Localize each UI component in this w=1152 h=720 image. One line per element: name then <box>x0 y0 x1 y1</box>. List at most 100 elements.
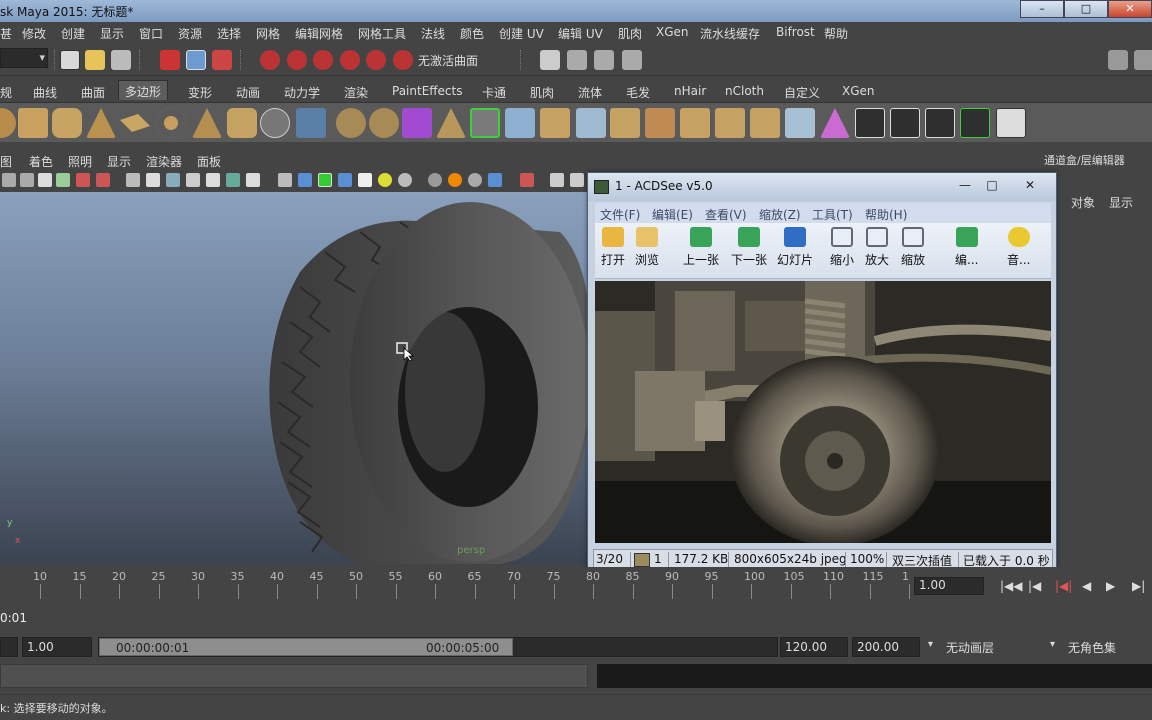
start-time-field[interactable]: 1.00 <box>22 637 92 657</box>
zoom-in-button[interactable]: 放大 <box>865 227 889 268</box>
combine-icon[interactable] <box>296 108 326 138</box>
uv-planar-icon[interactable] <box>855 108 885 138</box>
split-polygon-icon[interactable] <box>610 108 640 138</box>
poly-torus-icon[interactable] <box>156 108 186 138</box>
menu-modify[interactable]: 修改 <box>22 25 46 42</box>
previous-button[interactable]: 上一张 <box>683 227 719 268</box>
range-start-field-left[interactable] <box>0 637 18 657</box>
poly-cone-icon[interactable] <box>86 108 116 138</box>
menu-edit-uv[interactable]: 编辑 UV <box>558 25 603 42</box>
tab-fur[interactable]: 毛发 <box>620 82 656 102</box>
panel-menu-show[interactable]: 显示 <box>107 153 131 170</box>
render-view-icon[interactable] <box>540 50 560 70</box>
anim-end-field[interactable]: 120.00 <box>780 637 848 657</box>
shadows-icon[interactable] <box>398 173 412 187</box>
tab-fluids[interactable]: 流体 <box>572 82 608 102</box>
safe-title-icon[interactable] <box>246 173 260 187</box>
acdsee-close-button[interactable]: ✕ <box>1018 177 1042 193</box>
field-chart-icon[interactable] <box>206 173 220 187</box>
boolean-icon[interactable] <box>369 108 399 138</box>
poly-cube-icon[interactable] <box>18 108 48 138</box>
poly-soccer-ball-icon[interactable] <box>260 108 290 138</box>
uv-editor-icon[interactable] <box>996 108 1026 138</box>
poly-pipe-icon[interactable] <box>227 108 257 138</box>
grid-icon[interactable] <box>126 173 140 187</box>
menu-partial[interactable]: 甚 <box>0 25 12 42</box>
acdsee-menu-tools[interactable]: 工具(T) <box>812 206 853 223</box>
menu-create[interactable]: 创建 <box>61 25 85 42</box>
menu-help[interactable]: 帮助 <box>824 25 848 42</box>
extract-icon[interactable] <box>436 108 466 138</box>
film-gate-icon[interactable] <box>146 173 160 187</box>
bridge-icon[interactable] <box>505 108 535 138</box>
sculpt-icon[interactable] <box>820 108 850 138</box>
go-to-start-button[interactable]: |◀◀ <box>1000 579 1023 593</box>
resolution-gate-icon[interactable] <box>166 173 180 187</box>
close-button[interactable]: ✕ <box>1108 0 1152 18</box>
acdsee-menu-help[interactable]: 帮助(H) <box>865 206 907 223</box>
snap-point-icon[interactable] <box>313 50 333 70</box>
tab-custom[interactable]: 自定义 <box>778 82 826 102</box>
menu-muscle[interactable]: 肌肉 <box>618 25 642 42</box>
select-component-icon[interactable] <box>212 50 232 70</box>
uv-cylindrical-icon[interactable] <box>890 108 920 138</box>
acdsee-menu-view[interactable]: 查看(V) <box>705 206 747 223</box>
step-back-key-button[interactable]: |◀ <box>1028 579 1041 593</box>
tab-toon[interactable]: 卡通 <box>476 82 512 102</box>
tab-deformation[interactable]: 变形 <box>182 82 218 102</box>
open-scene-icon[interactable] <box>85 50 105 70</box>
snap-view-icon[interactable] <box>340 50 360 70</box>
tire-model[interactable] <box>0 192 587 564</box>
step-back-frame-button[interactable]: |◀| <box>1055 579 1072 593</box>
acdsee-window[interactable]: 1 - ACDSee v5.0 — □ ✕ 文件(F) 编辑(E) 查看(V) … <box>587 172 1057 572</box>
step-forward-button[interactable]: ▶| <box>1132 579 1145 593</box>
bevel-icon[interactable] <box>785 108 815 138</box>
tab-muscle[interactable]: 肌肉 <box>524 82 560 102</box>
select-object-icon[interactable] <box>186 50 206 70</box>
extrude-icon[interactable] <box>470 108 500 138</box>
panel-menu-lighting[interactable]: 照明 <box>68 153 92 170</box>
uv-automatic-icon[interactable] <box>960 108 990 138</box>
smooth-shade-icon[interactable] <box>298 173 312 187</box>
smooth-icon[interactable] <box>402 108 432 138</box>
safe-action-icon[interactable] <box>226 173 240 187</box>
slideshow-button[interactable]: 幻灯片 <box>777 227 813 268</box>
depth-of-field-icon[interactable] <box>488 173 502 187</box>
motion-blur-icon[interactable] <box>448 173 462 187</box>
range-slider[interactable]: 00:00:00:01 00:00:05:00 <box>98 637 778 657</box>
menu-mesh-tools[interactable]: 网格工具 <box>358 25 406 42</box>
panel-menu-shading[interactable]: 着色 <box>29 153 53 170</box>
tab-painteffects[interactable]: PaintEffects <box>386 82 468 102</box>
use-all-lights-icon[interactable] <box>378 173 392 187</box>
current-frame-field[interactable]: 1.00 <box>914 577 984 595</box>
anim-layer-dropdown-arrow[interactable]: ▾ <box>928 639 933 650</box>
anim-layer-dropdown[interactable]: 无动画层 <box>946 639 994 656</box>
uv-spherical-icon[interactable] <box>925 108 955 138</box>
menu-mesh[interactable]: 网格 <box>256 25 280 42</box>
panel-menu-view[interactable]: 图 <box>0 153 12 170</box>
sidebar-toggle-icon[interactable] <box>1108 50 1128 70</box>
acdsee-menu-zoom[interactable]: 缩放(Z) <box>759 206 801 223</box>
separate-icon[interactable] <box>336 108 366 138</box>
acdsee-title-bar[interactable]: 1 - ACDSee v5.0 — □ ✕ <box>588 173 1056 201</box>
tab-nhair[interactable]: nHair <box>668 82 712 102</box>
channel-box-display-menu[interactable]: 显示 <box>1109 194 1133 211</box>
checker-icon[interactable] <box>358 173 372 187</box>
character-set-dropdown[interactable]: 无角色集 <box>1068 639 1116 656</box>
tab-curves[interactable]: 曲线 <box>27 82 63 102</box>
maximize-button[interactable]: □ <box>1064 0 1108 18</box>
camera-attributes-icon[interactable] <box>20 173 34 187</box>
acdsee-minimize-button[interactable]: — <box>953 177 977 193</box>
zoom-button[interactable]: 缩放 <box>901 227 925 268</box>
image-preview[interactable] <box>595 281 1051 543</box>
menu-assets[interactable]: 资源 <box>178 25 202 42</box>
menu-edit-mesh[interactable]: 编辑网格 <box>295 25 343 42</box>
two-d-pan-icon[interactable] <box>96 173 110 187</box>
xray-icon[interactable] <box>550 173 564 187</box>
append-polygon-icon[interactable] <box>540 108 570 138</box>
merge-icon[interactable] <box>715 108 745 138</box>
char-set-dropdown-arrow[interactable]: ▾ <box>1050 639 1055 650</box>
fill-hole-icon[interactable] <box>576 108 606 138</box>
channel-box-object-menu[interactable]: 对象 <box>1071 194 1095 211</box>
menu-create-uv[interactable]: 创建 UV <box>499 25 544 42</box>
